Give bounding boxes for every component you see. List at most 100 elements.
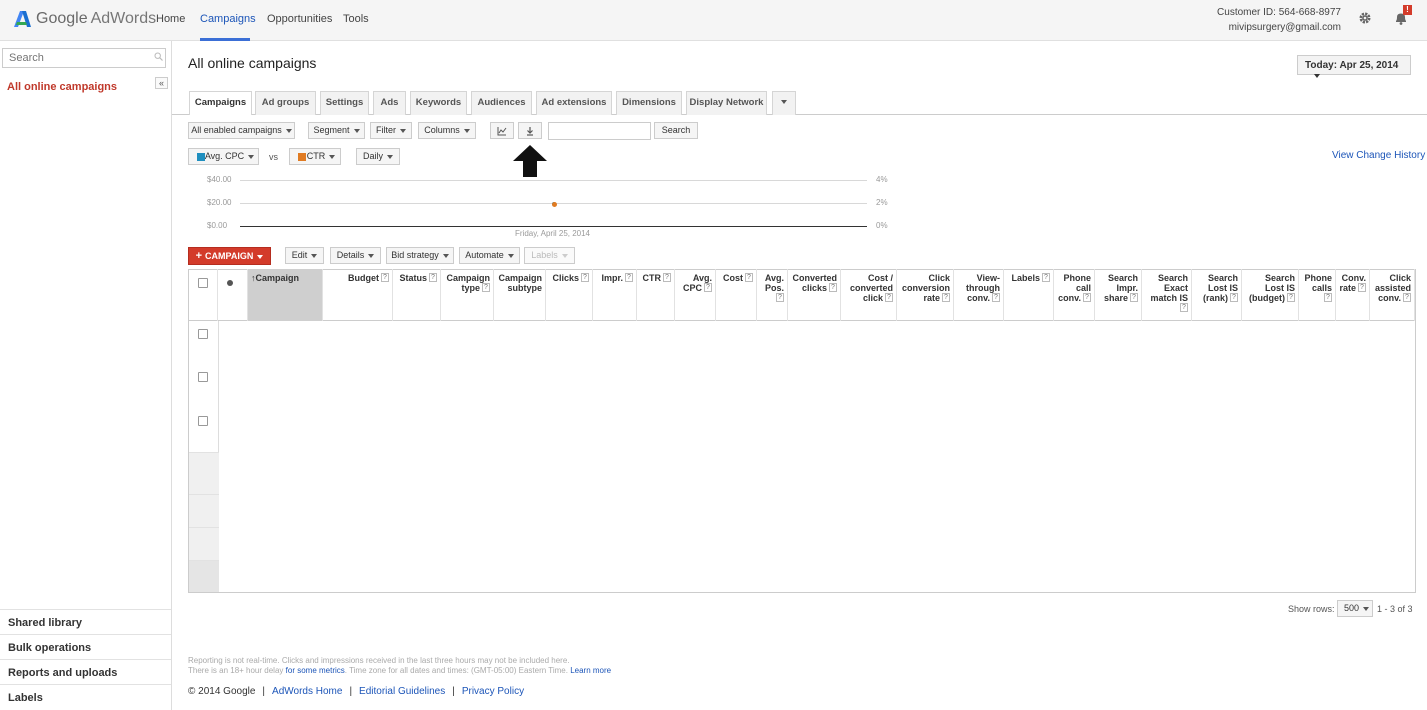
- sidebar-item-all-online-campaigns[interactable]: All online campaigns: [7, 81, 117, 93]
- metric1-selector[interactable]: Avg. CPC: [188, 148, 259, 165]
- select-all-checkbox[interactable]: [198, 278, 208, 288]
- help-icon[interactable]: ?: [1042, 273, 1050, 282]
- help-icon[interactable]: ?: [381, 273, 389, 282]
- nav-campaigns[interactable]: Campaigns: [200, 13, 256, 25]
- help-icon[interactable]: ?: [581, 273, 589, 282]
- labels-button[interactable]: Labels: [524, 247, 575, 264]
- learn-more-link[interactable]: Learn more: [570, 666, 611, 675]
- collapse-sidebar-button[interactable]: «: [155, 77, 168, 89]
- column-header-ctr[interactable]: CTR?: [637, 269, 675, 321]
- help-icon[interactable]: ?: [885, 293, 893, 302]
- tab-keywords[interactable]: Keywords: [410, 91, 467, 115]
- help-icon[interactable]: ?: [704, 283, 712, 292]
- column-header-campaign[interactable]: ↑Campaign: [248, 269, 323, 321]
- tab-display-network[interactable]: Display Network: [686, 91, 767, 115]
- column-header-click-conversion-rate[interactable]: Click conversion rate?: [897, 269, 954, 321]
- download-report-button[interactable]: [518, 122, 542, 139]
- some-metrics-link[interactable]: for some metrics: [286, 666, 345, 675]
- column-header-search-exact-match-is[interactable]: Search Exact match IS?: [1142, 269, 1192, 321]
- view-change-history-link[interactable]: View Change History: [1332, 150, 1425, 161]
- sidebar-item-labels[interactable]: Labels: [0, 684, 171, 709]
- row-checkbox[interactable]: [198, 329, 208, 339]
- column-header-cost[interactable]: Cost?: [716, 269, 757, 321]
- campaign-status-filter[interactable]: All enabled campaigns: [188, 122, 295, 139]
- help-icon[interactable]: ?: [663, 273, 671, 282]
- editorial-guidelines-link[interactable]: Editorial Guidelines: [359, 686, 445, 697]
- tab-more-dropdown[interactable]: [772, 91, 796, 115]
- column-header-search-lost-is-budget[interactable]: Search Lost IS (budget)?: [1242, 269, 1299, 321]
- bid-strategy-button[interactable]: Bid strategy: [386, 247, 454, 264]
- rows-per-page-select[interactable]: 500: [1337, 600, 1373, 617]
- column-header-impr[interactable]: Impr.?: [593, 269, 637, 321]
- nav-tools[interactable]: Tools: [343, 13, 369, 25]
- help-icon[interactable]: ?: [1358, 283, 1366, 292]
- metric2-selector[interactable]: CTR: [289, 148, 341, 165]
- date-range-selector[interactable]: Today: Apr 25, 2014: [1297, 55, 1411, 79]
- column-header-campaign-subtype[interactable]: Campaign subtype: [494, 269, 546, 321]
- help-icon[interactable]: ?: [625, 273, 633, 282]
- tab-dimensions[interactable]: Dimensions: [616, 91, 682, 115]
- column-header-search-lost-is-rank[interactable]: Search Lost IS (rank)?: [1192, 269, 1242, 321]
- filter-button[interactable]: Filter: [370, 122, 412, 139]
- search-button[interactable]: Search: [654, 122, 698, 139]
- column-header-avg-pos[interactable]: Avg. Pos.?: [757, 269, 788, 321]
- columns-button[interactable]: Columns: [418, 122, 476, 139]
- tab-campaigns[interactable]: Campaigns: [189, 91, 252, 115]
- sidebar-search-input[interactable]: [2, 48, 166, 68]
- column-header-cost-converted-click[interactable]: Cost / converted click?: [841, 269, 897, 321]
- tab-settings[interactable]: Settings: [320, 91, 369, 115]
- add-campaign-button[interactable]: + CAMPAIGN: [188, 247, 271, 265]
- column-header-phone-calls[interactable]: Phone calls?: [1299, 269, 1336, 321]
- chart-point-ctr[interactable]: [551, 201, 557, 207]
- tab-audiences[interactable]: Audiences: [471, 91, 532, 115]
- column-header-budget[interactable]: Budget?: [323, 269, 393, 321]
- help-icon[interactable]: ?: [745, 273, 753, 282]
- tab-ad-groups[interactable]: Ad groups: [255, 91, 316, 115]
- tab-ad-extensions[interactable]: Ad extensions: [536, 91, 612, 115]
- help-icon[interactable]: ?: [482, 283, 490, 292]
- column-header-clicks[interactable]: Clicks?: [546, 269, 593, 321]
- help-icon[interactable]: ?: [829, 283, 837, 292]
- sidebar-item-reports-uploads[interactable]: Reports and uploads: [0, 659, 171, 684]
- help-icon[interactable]: ?: [1230, 293, 1238, 302]
- column-header-labels[interactable]: Labels?: [1004, 269, 1054, 321]
- sidebar-item-bulk-operations[interactable]: Bulk operations: [0, 634, 171, 659]
- row-checkbox[interactable]: [198, 416, 208, 426]
- automate-button[interactable]: Automate: [459, 247, 520, 264]
- toggle-graph-button[interactable]: [490, 122, 514, 139]
- column-header-view-through-conv[interactable]: View-through conv.?: [954, 269, 1004, 321]
- help-icon[interactable]: ?: [1287, 293, 1295, 302]
- column-header-campaign-type[interactable]: Campaign type?: [441, 269, 494, 321]
- column-header-avg-cpc[interactable]: Avg. CPC?: [675, 269, 716, 321]
- tab-ads[interactable]: Ads: [373, 91, 406, 115]
- segment-button[interactable]: Segment: [308, 122, 365, 139]
- details-button[interactable]: Details: [330, 247, 381, 264]
- sidebar-item-shared-library[interactable]: Shared library: [0, 609, 171, 634]
- table-search-input[interactable]: [548, 122, 651, 140]
- column-header-search-impr-share[interactable]: Search Impr. share?: [1095, 269, 1142, 321]
- help-icon[interactable]: ?: [776, 293, 784, 302]
- nav-home[interactable]: Home: [156, 13, 185, 25]
- privacy-policy-link[interactable]: Privacy Policy: [462, 686, 524, 697]
- column-header-status[interactable]: Status?: [393, 269, 441, 321]
- help-icon[interactable]: ?: [1403, 293, 1411, 302]
- column-header-click-assisted-conv[interactable]: Click assisted conv.?: [1370, 269, 1415, 321]
- help-icon[interactable]: ?: [1130, 293, 1138, 302]
- row-checkbox[interactable]: [198, 372, 208, 382]
- edit-button[interactable]: Edit: [285, 247, 324, 264]
- column-header-conv-rate[interactable]: Conv. rate?: [1336, 269, 1370, 321]
- gear-icon[interactable]: [1358, 11, 1372, 25]
- nav-opportunities[interactable]: Opportunities: [267, 13, 332, 25]
- help-icon[interactable]: ?: [429, 273, 437, 282]
- help-icon[interactable]: ?: [1180, 303, 1188, 312]
- adwords-home-link[interactable]: AdWords Home: [272, 686, 342, 697]
- column-header-phone-call-conv[interactable]: Phone call conv.?: [1054, 269, 1095, 321]
- period-selector[interactable]: Daily: [356, 148, 400, 165]
- adwords-logo[interactable]: Google AdWords: [12, 8, 156, 30]
- help-icon[interactable]: ?: [1324, 293, 1332, 302]
- search-icon[interactable]: [154, 52, 163, 61]
- account-email[interactable]: mivipsurgery@gmail.com: [1229, 22, 1341, 33]
- help-icon[interactable]: ?: [942, 293, 950, 302]
- help-icon[interactable]: ?: [992, 293, 1000, 302]
- column-header-converted-clicks[interactable]: Converted clicks?: [788, 269, 841, 321]
